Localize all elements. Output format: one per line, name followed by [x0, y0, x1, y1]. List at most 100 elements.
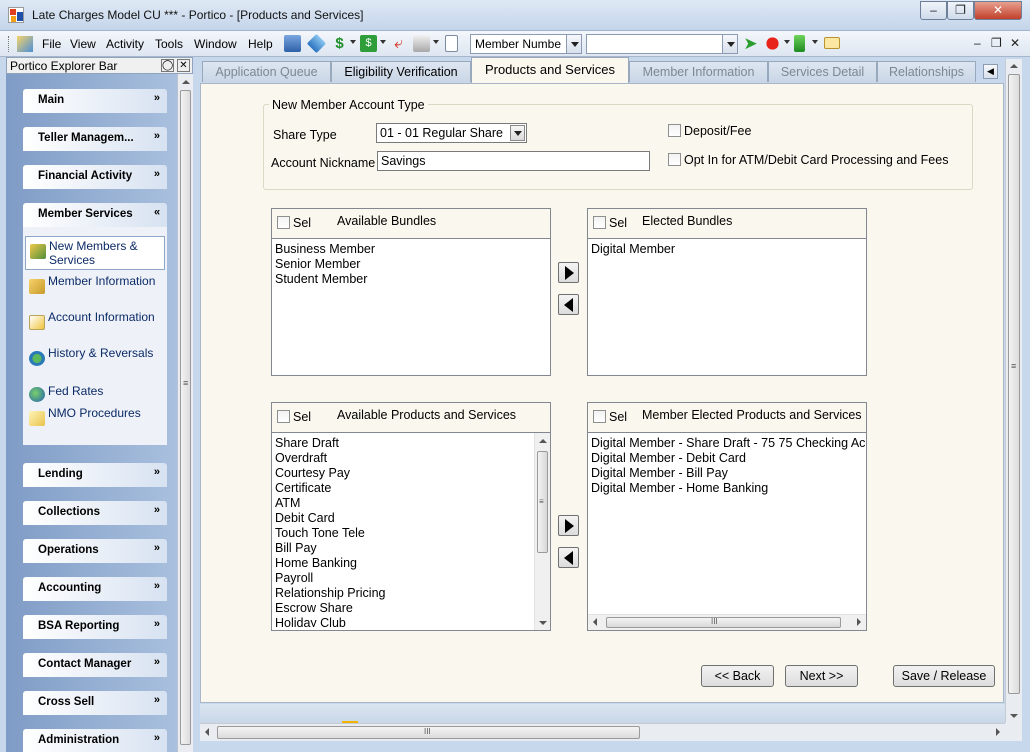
battery-icon[interactable]: [794, 35, 805, 52]
group-bsa-reporting[interactable]: BSA Reporting »: [23, 615, 167, 639]
group-collections[interactable]: Collections »: [23, 501, 167, 525]
pin-icon[interactable]: ◯: [161, 59, 174, 72]
list-item[interactable]: Debit Card: [275, 511, 531, 526]
group-contact-manager[interactable]: Contact Manager »: [23, 653, 167, 677]
list-item[interactable]: Senior Member: [275, 257, 547, 272]
list-item[interactable]: Bill Pay: [275, 541, 531, 556]
group-financial-activity[interactable]: Financial Activity »: [23, 165, 167, 189]
member-number-combo[interactable]: Member Numbe: [470, 34, 582, 54]
redo-arrow-icon[interactable]: ⤶: [390, 35, 407, 52]
deposit-fee-checkbox[interactable]: [668, 124, 681, 137]
go-arrow-icon[interactable]: ➤: [742, 35, 759, 52]
chevron-down-icon[interactable]: »: [154, 656, 160, 668]
nav-history-reversals[interactable]: History & Reversals: [25, 344, 165, 378]
member-lookup-icon[interactable]: [284, 35, 301, 52]
group-operations[interactable]: Operations »: [23, 539, 167, 563]
print-dropdown-icon[interactable]: [433, 40, 439, 44]
tab-eligibility-verification[interactable]: Eligibility Verification: [331, 61, 471, 82]
chevron-down-icon[interactable]: »: [154, 694, 160, 706]
next-button[interactable]: Next >>: [785, 665, 858, 687]
mdi-close-icon[interactable]: ✕: [1010, 36, 1020, 50]
chevron-down-icon[interactable]: [566, 35, 581, 53]
chevron-down-icon[interactable]: »: [154, 618, 160, 630]
share-type-select[interactable]: 01 - 01 Regular Share: [376, 123, 527, 143]
list-item[interactable]: Digital Member: [591, 242, 863, 257]
products-scrollbar[interactable]: ≡: [534, 433, 550, 630]
list-item[interactable]: Relationship Pricing: [275, 586, 531, 601]
available-products-list[interactable]: Sel Available Products and Services Shar…: [271, 402, 551, 631]
list-item[interactable]: Student Member: [275, 272, 547, 287]
mdi-minimize-icon[interactable]: –: [974, 36, 981, 50]
nav-new-members-services[interactable]: New Members & Services: [25, 236, 165, 270]
tab-scroll-left-icon[interactable]: ◀: [983, 64, 998, 79]
close-explorer-icon[interactable]: ✕: [177, 59, 190, 72]
list-item[interactable]: Digital Member - Share Draft - 75 75 Che…: [591, 436, 866, 451]
back-button[interactable]: << Back: [701, 665, 774, 687]
select-all-checkbox[interactable]: [277, 216, 290, 229]
list-item[interactable]: Digital Member - Home Banking: [591, 481, 866, 496]
chevron-down-icon[interactable]: [722, 35, 737, 53]
explorer-scrollbar[interactable]: ≡: [177, 74, 193, 752]
menu-view[interactable]: View: [70, 37, 96, 51]
list-item[interactable]: Business Member: [275, 242, 547, 257]
select-all-checkbox[interactable]: [277, 410, 290, 423]
select-all-checkbox[interactable]: [593, 410, 606, 423]
scroll-right-icon[interactable]: [996, 728, 1000, 736]
close-icon[interactable]: ✕: [974, 1, 1022, 20]
chevron-up-icon[interactable]: »: [154, 206, 160, 218]
chevron-down-icon[interactable]: »: [154, 92, 160, 104]
group-lending[interactable]: Lending »: [23, 463, 167, 487]
scroll-up-icon[interactable]: [1010, 64, 1018, 68]
group-teller-management[interactable]: Teller Managem... »: [23, 127, 167, 151]
menu-file[interactable]: File: [42, 37, 61, 51]
explorer-scroll-thumb[interactable]: [180, 90, 191, 745]
list-item[interactable]: Share Draft: [275, 436, 531, 451]
list-item[interactable]: Certificate: [275, 481, 531, 496]
elected-bundles-list[interactable]: Sel Elected Bundles Digital Member: [587, 208, 867, 376]
account-nickname-input[interactable]: Savings: [377, 151, 650, 171]
scroll-left-icon[interactable]: [593, 618, 597, 626]
group-administration[interactable]: Administration »: [23, 729, 167, 752]
chevron-down-icon[interactable]: »: [154, 580, 160, 592]
chevron-down-icon[interactable]: »: [154, 130, 160, 142]
cash-dropdown-icon[interactable]: [380, 40, 386, 44]
bug-icon[interactable]: [764, 35, 781, 52]
list-item[interactable]: Escrow Share: [275, 601, 531, 616]
chevron-down-icon[interactable]: »: [154, 466, 160, 478]
list-item[interactable]: Holiday Club: [275, 616, 531, 627]
group-main[interactable]: Main »: [23, 89, 167, 113]
available-bundles-list[interactable]: Sel Available Bundles Business Member Se…: [271, 208, 551, 376]
remove-bundle-button[interactable]: [558, 294, 579, 315]
tab-member-information[interactable]: Member Information: [629, 61, 768, 82]
list-item[interactable]: Payroll: [275, 571, 531, 586]
envelope-icon[interactable]: [824, 37, 840, 49]
member-search-combo[interactable]: [586, 34, 738, 54]
list-item[interactable]: Overdraft: [275, 451, 531, 466]
add-product-button[interactable]: [558, 515, 579, 536]
dollar-icon[interactable]: $: [331, 35, 348, 52]
list-item[interactable]: Home Banking: [275, 556, 531, 571]
elected-products-hscrollbar[interactable]: III: [588, 614, 866, 630]
tab-relationships[interactable]: Relationships: [877, 61, 976, 82]
cash-drawer-icon[interactable]: $: [360, 35, 377, 52]
blank-page-icon[interactable]: [445, 35, 458, 52]
chevron-down-icon[interactable]: »: [154, 504, 160, 516]
battery-dropdown-icon[interactable]: [812, 40, 818, 44]
content-vscrollbar[interactable]: ≡: [1005, 59, 1022, 723]
mdi-document-icon[interactable]: [17, 36, 33, 52]
menu-tools[interactable]: Tools: [155, 37, 183, 51]
chevron-down-icon[interactable]: [510, 125, 525, 141]
mdi-restore-icon[interactable]: ❐: [991, 36, 1002, 50]
tab-services-detail[interactable]: Services Detail: [768, 61, 877, 82]
scroll-down-icon[interactable]: [1010, 714, 1018, 718]
list-item[interactable]: Courtesy Pay: [275, 466, 531, 481]
list-item[interactable]: Digital Member - Debit Card: [591, 451, 866, 466]
chevron-down-icon[interactable]: »: [154, 732, 160, 744]
elected-products-list[interactable]: Sel Member Elected Products and Services…: [587, 402, 867, 631]
scroll-up-icon[interactable]: [539, 439, 547, 443]
menu-help[interactable]: Help: [248, 37, 273, 51]
tab-application-queue[interactable]: Application Queue: [202, 61, 331, 82]
print-icon[interactable]: [413, 35, 430, 52]
scroll-down-icon[interactable]: [539, 621, 547, 625]
nav-nmo-procedures[interactable]: NMO Procedures: [25, 404, 165, 438]
